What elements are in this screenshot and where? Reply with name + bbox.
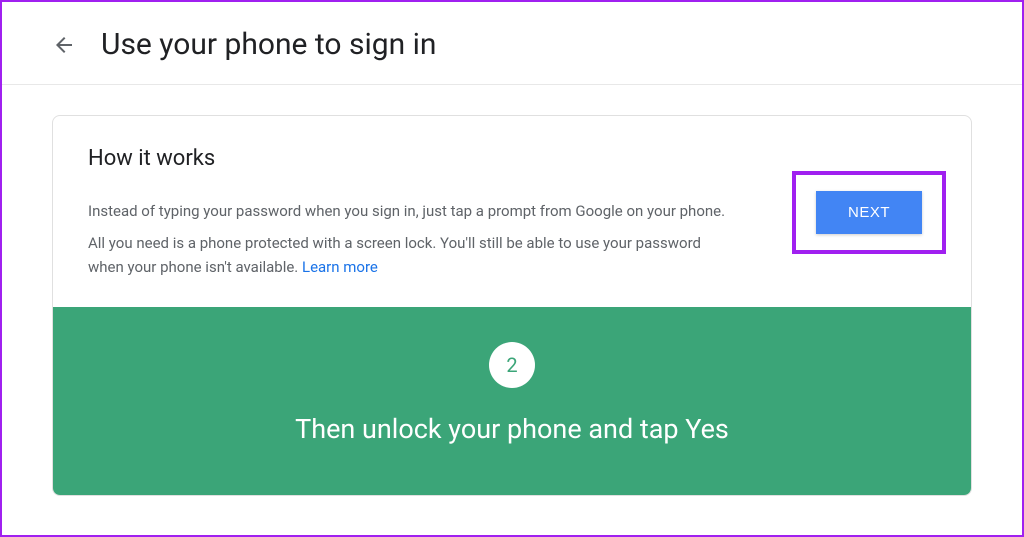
next-button[interactable]: NEXT (816, 191, 922, 234)
step-banner: 2 Then unlock your phone and tap Yes (53, 307, 971, 495)
step-instruction: Then unlock your phone and tap Yes (73, 413, 951, 445)
learn-more-link[interactable]: Learn more (302, 258, 378, 276)
next-button-highlight: NEXT (792, 171, 946, 254)
step-number: 2 (506, 353, 517, 377)
content-area: How it works Instead of typing your pass… (2, 85, 1022, 496)
step-number-circle: 2 (489, 342, 535, 388)
back-arrow-icon[interactable] (52, 33, 76, 57)
how-it-works-card: How it works Instead of typing your pass… (52, 115, 972, 496)
section-title: How it works (88, 146, 936, 171)
description-text-2: All you need is a phone protected with a… (88, 234, 701, 276)
description-area: Instead of typing your password when you… (88, 199, 728, 279)
page-header: Use your phone to sign in (2, 2, 1022, 85)
page-title: Use your phone to sign in (101, 27, 436, 62)
description-paragraph-2: All you need is a phone protected with a… (88, 231, 728, 279)
description-paragraph-1: Instead of typing your password when you… (88, 199, 728, 223)
card-top-section: How it works Instead of typing your pass… (53, 116, 971, 307)
